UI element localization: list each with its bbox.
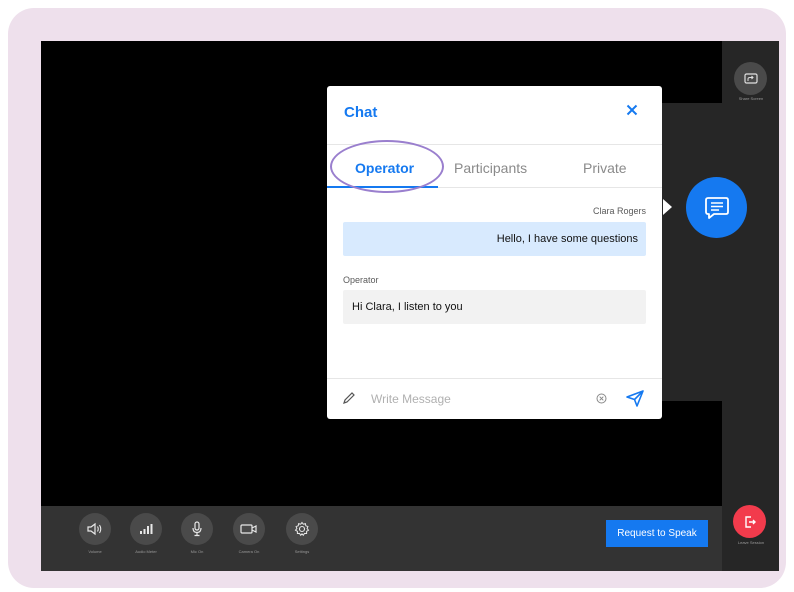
right-sidebar: [722, 41, 779, 571]
send-icon[interactable]: [625, 389, 645, 408]
tab-participants[interactable]: Participants: [454, 160, 527, 176]
share-screen-label: Share Screen: [738, 96, 764, 101]
volume-label: Volume: [88, 549, 102, 554]
share-screen-button[interactable]: [734, 62, 767, 95]
exit-icon: [744, 515, 756, 528]
settings-label: Settings: [294, 549, 310, 554]
message-sender: Clara Rogers: [592, 206, 646, 216]
input-divider: [327, 378, 662, 379]
tab-private[interactable]: Private: [583, 160, 627, 176]
gear-icon: [294, 521, 310, 537]
camera-button[interactable]: [233, 513, 265, 545]
chat-title: Chat: [344, 104, 378, 121]
message-bubble-outgoing: Hello, I have some questions: [343, 222, 646, 256]
message-input[interactable]: [371, 389, 571, 409]
message-bubble-incoming: Hi Clara, I listen to you: [343, 290, 646, 324]
pencil-icon: [343, 392, 355, 404]
audio-meter-icon: [140, 524, 153, 534]
settings-button[interactable]: [286, 513, 318, 545]
leave-session-button[interactable]: [733, 505, 766, 538]
audio-meter-label: Audio Meter: [135, 549, 157, 554]
chat-bubble-icon: [704, 196, 729, 219]
camera-icon: [240, 524, 257, 534]
message-sender: Operator: [343, 275, 379, 285]
request-to-speak-button[interactable]: Request to Speak: [606, 520, 708, 547]
chat-toggle-button[interactable]: [686, 177, 747, 238]
mic-button[interactable]: [181, 513, 213, 545]
audio-meter-button[interactable]: [130, 513, 162, 545]
operator-tab-highlight: [330, 140, 444, 193]
share-screen-icon: [743, 72, 758, 84]
microphone-icon: [192, 521, 202, 537]
volume-icon: [87, 522, 102, 536]
close-icon[interactable]: [624, 102, 640, 118]
chat-panel: Chat Operator Participants Private Clara…: [327, 86, 662, 419]
chat-side-area: [662, 103, 722, 401]
camera-label: Camera On: [238, 549, 260, 554]
clear-icon[interactable]: [596, 393, 607, 404]
chat-panel-pointer: [663, 199, 672, 215]
volume-button[interactable]: [79, 513, 111, 545]
mic-label: Mic On: [190, 549, 204, 554]
leave-session-label: Leave Session: [737, 540, 765, 545]
